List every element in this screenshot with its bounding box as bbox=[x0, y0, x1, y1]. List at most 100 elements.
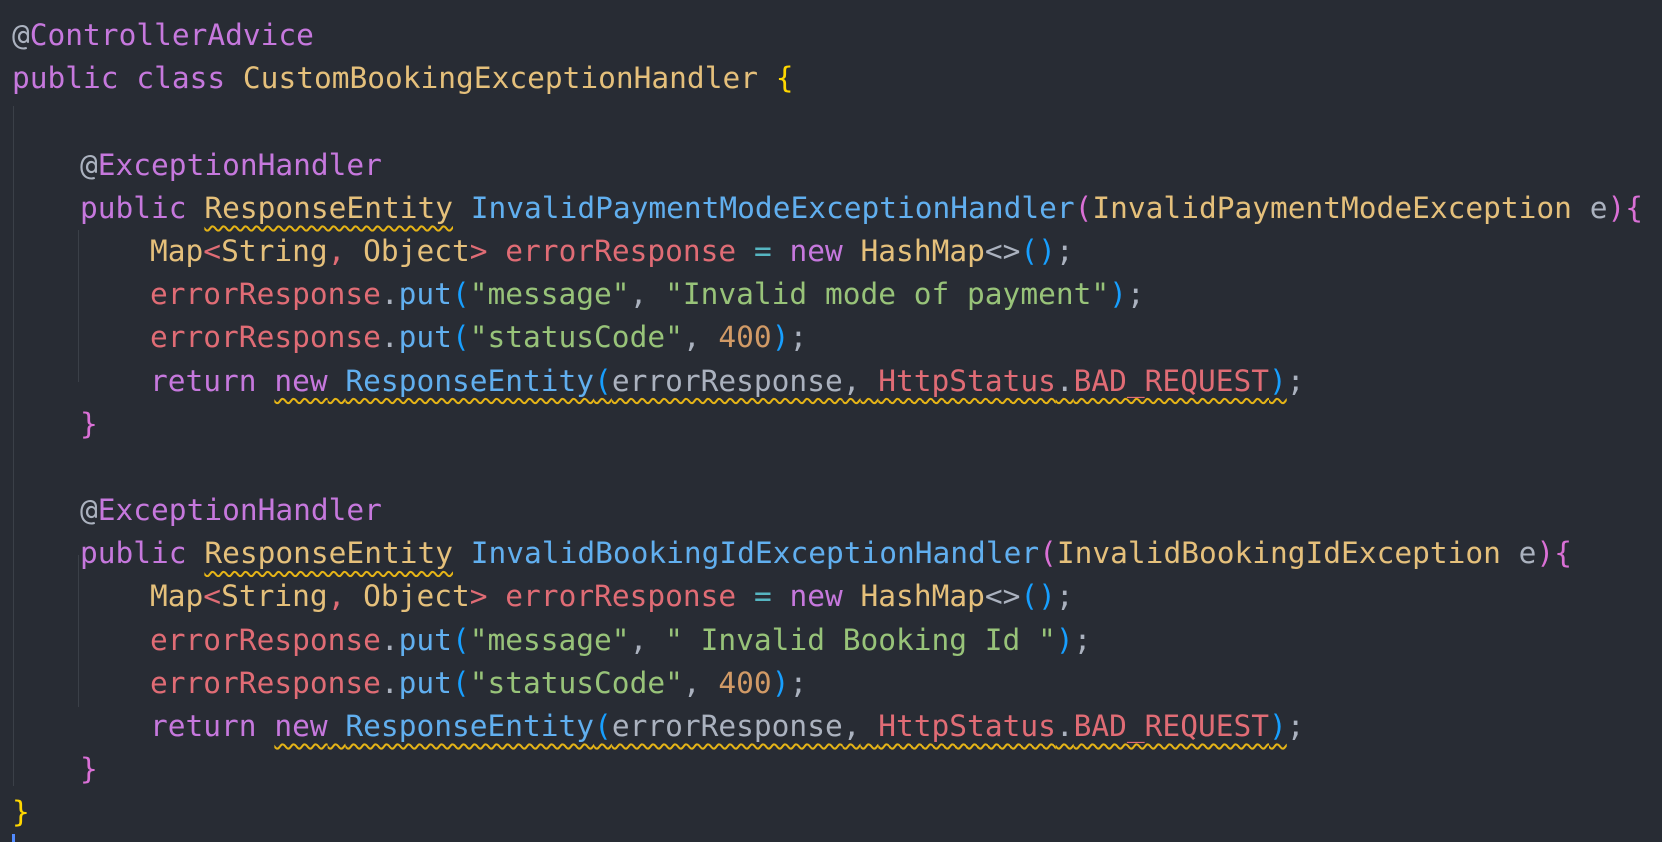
dot: . bbox=[1055, 709, 1074, 743]
comma: , bbox=[842, 709, 861, 743]
variable-error-response: errorResponse bbox=[505, 579, 737, 614]
string-key: "message" bbox=[469, 622, 630, 657]
paren: ( bbox=[1020, 579, 1039, 614]
variable-error-response: errorResponse bbox=[505, 233, 737, 268]
code-line: return new ResponseEntity(errorResponse,… bbox=[12, 705, 1643, 748]
annotation-exception-handler: ExceptionHandler bbox=[97, 493, 382, 528]
code-line: errorResponse.put("statusCode", 400); bbox=[12, 662, 1643, 705]
method-name: InvalidBookingIdExceptionHandler bbox=[470, 536, 1040, 571]
paren: ( bbox=[1020, 233, 1039, 268]
code-line: @ControllerAdvice bbox=[12, 14, 1643, 57]
class-name: CustomBookingExceptionHandler bbox=[242, 61, 758, 96]
comma: , bbox=[327, 579, 346, 614]
method-put: put bbox=[398, 665, 452, 700]
comma: , bbox=[682, 320, 701, 355]
method-name: InvalidPaymentModeExceptionHandler bbox=[470, 190, 1075, 225]
code-line: return new ResponseEntity(errorResponse,… bbox=[12, 360, 1643, 403]
string-message: "Invalid mode of payment" bbox=[665, 277, 1110, 312]
diamond: <> bbox=[984, 233, 1021, 268]
type-hashmap: HashMap bbox=[860, 579, 985, 614]
operator-assign: = bbox=[753, 579, 772, 614]
annotation-at: @ bbox=[12, 18, 30, 52]
type-map: Map bbox=[150, 579, 204, 614]
code-line: public ResponseEntity InvalidBookingIdEx… bbox=[12, 532, 1643, 575]
squiggle-expression: new ResponseEntity(errorResponse, HttpSt… bbox=[274, 709, 1286, 743]
method-put: put bbox=[398, 277, 452, 312]
semicolon: ; bbox=[1286, 709, 1305, 743]
dot: . bbox=[380, 665, 399, 700]
semicolon: ; bbox=[1055, 233, 1074, 268]
code-line: @ExceptionHandler bbox=[12, 489, 1643, 532]
method-put: put bbox=[398, 622, 452, 657]
class-open-brace: { bbox=[775, 61, 794, 96]
generic-lt: < bbox=[203, 233, 222, 268]
text-cursor bbox=[12, 834, 15, 842]
class-close-brace: } bbox=[12, 795, 30, 830]
http-status: HttpStatus bbox=[878, 363, 1056, 398]
variable-error-response: errorResponse bbox=[150, 320, 381, 355]
http-status: HttpStatus bbox=[878, 709, 1056, 743]
code-line: Map<String, Object> errorResponse = new … bbox=[12, 230, 1643, 273]
param-name: e bbox=[1589, 190, 1608, 225]
string-key: "statusCode" bbox=[469, 320, 683, 355]
paren: ( bbox=[451, 320, 470, 355]
type-map: Map bbox=[150, 233, 204, 268]
semicolon: ; bbox=[789, 320, 808, 355]
code-line: errorResponse.put("statusCode", 400); bbox=[12, 316, 1643, 359]
comma: , bbox=[682, 665, 701, 700]
annotation-exception-handler: ExceptionHandler bbox=[97, 147, 382, 182]
code-line: errorResponse.put("message", "Invalid mo… bbox=[12, 273, 1643, 316]
paren: ( bbox=[451, 277, 470, 312]
annotation-at: @ bbox=[80, 493, 98, 528]
param-type: InvalidPaymentModeException bbox=[1092, 190, 1572, 225]
string-message: " Invalid Booking Id " bbox=[665, 622, 1056, 657]
keyword-class: class bbox=[136, 61, 226, 96]
keyword-new: new bbox=[274, 709, 328, 743]
code-line: Map<String, Object> errorResponse = new … bbox=[12, 575, 1643, 618]
number-status: 400 bbox=[718, 320, 772, 355]
code-line: public ResponseEntity InvalidPaymentMode… bbox=[12, 187, 1643, 230]
keyword-public: public bbox=[12, 61, 119, 96]
code-lines: @ControllerAdvice public class CustomBoo… bbox=[12, 14, 1643, 835]
type-string: String bbox=[221, 233, 328, 268]
paren: ( bbox=[451, 665, 470, 700]
keyword-public: public bbox=[80, 536, 187, 571]
paren: ( bbox=[594, 709, 612, 743]
keyword-return: return bbox=[150, 709, 257, 743]
semicolon: ; bbox=[1055, 579, 1074, 614]
argument-error-response: errorResponse bbox=[611, 709, 843, 743]
method-close-brace: } bbox=[80, 406, 98, 441]
paren: ) bbox=[1055, 622, 1074, 657]
dot: . bbox=[380, 320, 399, 355]
variable-error-response: errorResponse bbox=[150, 277, 381, 312]
diamond: <> bbox=[984, 579, 1021, 614]
keyword-return: return bbox=[150, 363, 257, 398]
dot: . bbox=[380, 622, 399, 657]
code-line: } bbox=[12, 791, 1643, 834]
keyword-new: new bbox=[274, 363, 328, 398]
constructor-response-entity: ResponseEntity bbox=[345, 709, 595, 743]
code-editor[interactable]: @ControllerAdvice public class CustomBoo… bbox=[0, 0, 1662, 842]
string-key: "statusCode" bbox=[469, 665, 683, 700]
keyword-public: public bbox=[80, 190, 187, 225]
generic-lt: < bbox=[203, 579, 222, 614]
squiggle-expression: new ResponseEntity(errorResponse, HttpSt… bbox=[274, 364, 1286, 398]
paren: ) bbox=[1109, 277, 1127, 312]
paren: ) bbox=[771, 665, 790, 700]
dot: . bbox=[380, 277, 399, 312]
paren: ( bbox=[451, 622, 470, 657]
bad-request: BAD_REQUEST bbox=[1073, 709, 1269, 743]
type-object: Object bbox=[363, 579, 470, 614]
generic-gt: > bbox=[469, 579, 488, 614]
type-hashmap: HashMap bbox=[860, 233, 985, 268]
param-name: e bbox=[1518, 536, 1537, 571]
dot: . bbox=[1055, 363, 1074, 398]
variable-error-response: errorResponse bbox=[150, 665, 381, 700]
generic-gt: > bbox=[469, 233, 488, 268]
constructor-response-entity: ResponseEntity bbox=[345, 363, 595, 398]
paren: ) bbox=[1038, 579, 1056, 614]
param-type: InvalidBookingIdException bbox=[1056, 536, 1501, 571]
code-line: } bbox=[12, 403, 1643, 446]
